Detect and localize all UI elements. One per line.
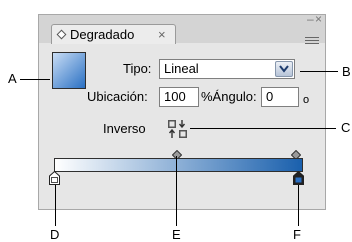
close-icon[interactable]: × xyxy=(315,13,322,25)
callout-b: B xyxy=(342,64,351,79)
callout-f-line xyxy=(298,185,299,226)
location-field[interactable]: 100 xyxy=(159,87,199,107)
location-label: Ubicación: xyxy=(87,89,148,104)
gradient-swatch[interactable] xyxy=(52,52,86,89)
callout-e-line xyxy=(176,156,177,226)
end-color-stop-icon[interactable] xyxy=(293,170,304,185)
start-color-stop-icon[interactable] xyxy=(49,170,60,185)
callout-a: A xyxy=(8,71,17,86)
reverse-icon[interactable] xyxy=(167,119,189,139)
midpoint-diamond-icon[interactable] xyxy=(171,147,183,161)
end-diamond-icon[interactable] xyxy=(290,147,302,161)
gradient-ramp[interactable] xyxy=(54,158,303,172)
callout-c-line xyxy=(190,128,336,129)
type-select-value: Lineal xyxy=(164,61,199,76)
chevron-down-icon[interactable] xyxy=(275,61,293,77)
type-label: Tipo: xyxy=(123,61,152,76)
angle-label: %Ángulo: xyxy=(201,89,257,104)
callout-a-line xyxy=(20,79,50,80)
degree-symbol: o xyxy=(303,94,310,106)
callout-d-line xyxy=(55,185,56,226)
tab-collapse-icon[interactable] xyxy=(56,29,67,40)
reverse-label: Inverso xyxy=(103,121,146,136)
tab-label: Degradado xyxy=(70,27,135,42)
panel-menu-icon[interactable] xyxy=(305,37,319,47)
tab-close-icon[interactable]: × xyxy=(158,25,166,44)
minimize-icon[interactable]: – xyxy=(307,13,314,25)
callout-c: C xyxy=(341,120,351,135)
tab-degradado[interactable]: Degradado × xyxy=(51,24,176,44)
gradient-panel: Degradado × – × Tipo: Lineal Ubicación: … xyxy=(38,13,326,210)
type-select[interactable]: Lineal xyxy=(159,59,295,79)
callout-b-line xyxy=(300,71,338,72)
angle-field[interactable]: 0 xyxy=(261,87,299,107)
